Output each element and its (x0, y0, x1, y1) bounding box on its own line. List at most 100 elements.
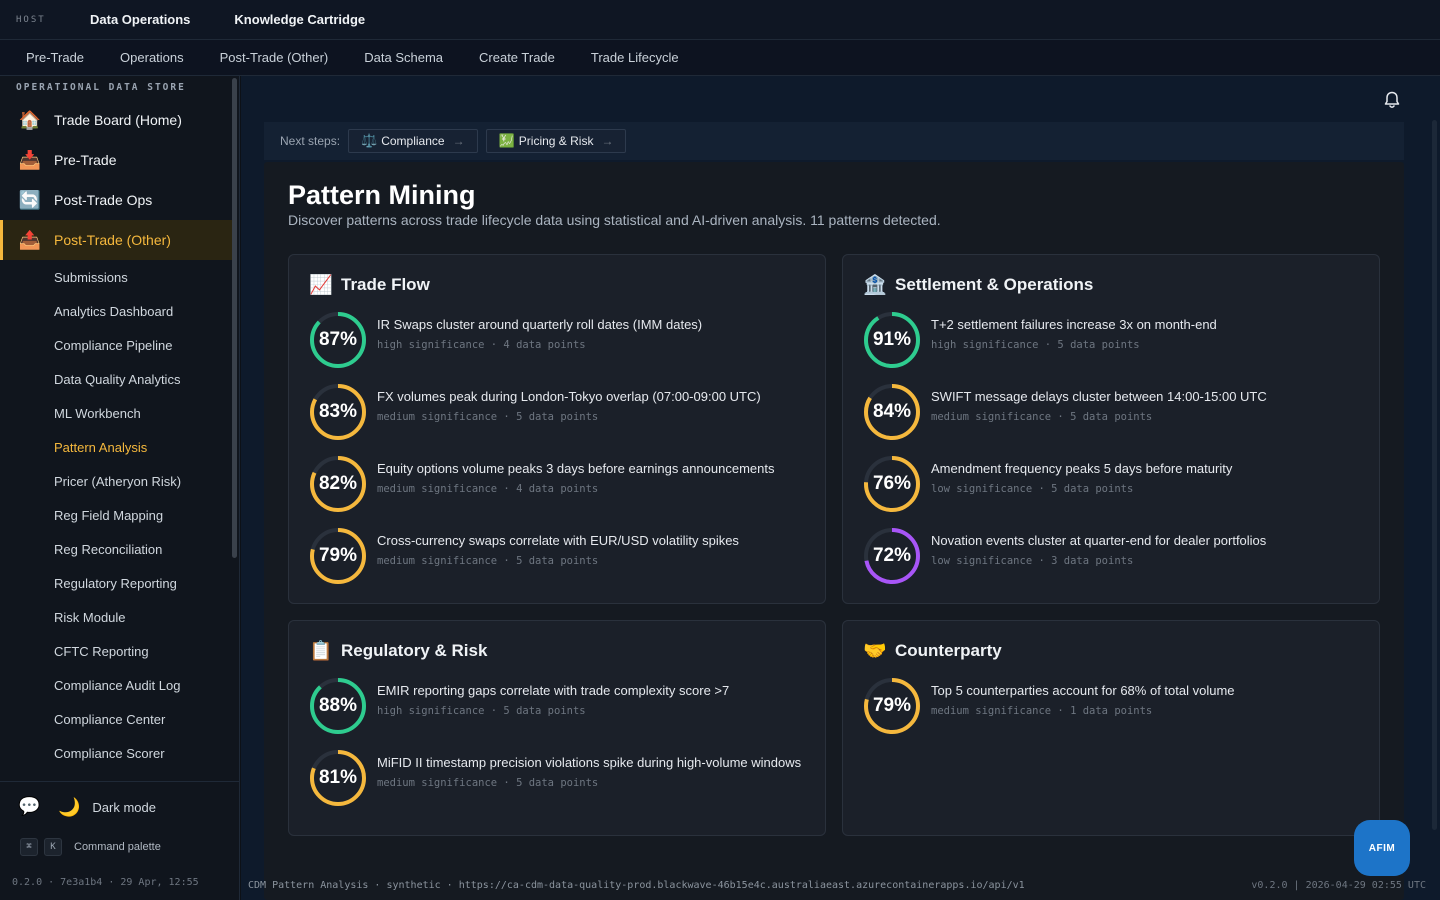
card-title-text: Counterparty (895, 641, 1002, 660)
nav-tab-create-trade[interactable]: Create Trade (479, 50, 555, 65)
pattern-item[interactable]: 76% Amendment frequency peaks 5 days befo… (863, 455, 1363, 513)
pattern-meta: medium significance · 5 data points (931, 411, 1153, 423)
confidence-ring: 87% (309, 311, 367, 369)
pattern-meta: high significance · 4 data points (377, 339, 586, 351)
bell-icon[interactable] (1382, 90, 1402, 110)
pattern-description: Cross-currency swaps correlate with EUR/… (377, 533, 739, 548)
top-link-knowledge-cartridge[interactable]: Knowledge Cartridge (234, 12, 365, 27)
sidebar-subitem-regulatory-reporting[interactable]: Regulatory Reporting (0, 566, 233, 600)
sidebar-item-trade-board-home[interactable]: 🏠 Trade Board (Home) (0, 100, 233, 140)
version-info: 0.2.0 · 7e3a1b4 · 29 Apr, 12:55 (12, 877, 199, 888)
sidebar-subitem-compliance-scorer[interactable]: Compliance Scorer (0, 736, 233, 770)
nav-tab-pre-trade[interactable]: Pre-Trade (26, 50, 84, 65)
card-title: 📈 Trade Flow (309, 273, 430, 297)
pattern-description: T+2 settlement failures increase 3x on m… (931, 317, 1217, 332)
chat-bubble-icon[interactable]: 💬 (18, 796, 42, 818)
confidence-value: 72% (872, 545, 912, 566)
card-settlement-operations: 🏦 Settlement & Operations 91% T+2 settlemen… (842, 254, 1380, 604)
command-key: ⌘ (20, 838, 38, 856)
confidence-value: 81% (318, 767, 358, 788)
pattern-item[interactable]: 82% Equity options volume peaks 3 days be… (309, 455, 809, 513)
dark-mode-toggle[interactable]: Dark mode (92, 800, 156, 815)
next-step-label: Compliance (381, 134, 445, 148)
pattern-description: MiFID II timestamp precision violations … (377, 755, 802, 770)
confidence-ring: 79% (309, 527, 367, 585)
pattern-meta: high significance · 5 data points (931, 339, 1140, 351)
sidebar-subitem-ml-workbench[interactable]: ML Workbench (0, 396, 233, 430)
sidebar-subitem-compliance-center[interactable]: Compliance Center (0, 702, 233, 736)
card-title-text: Settlement & Operations (895, 275, 1094, 294)
host-label: HOST (16, 14, 46, 25)
pattern-item[interactable]: 79% Cross-currency swaps correlate with E… (309, 527, 809, 585)
afim-assistant-button[interactable]: AFIM (1354, 820, 1410, 876)
confidence-ring: 72% (863, 527, 921, 585)
sidebar-item-label: Pre-Trade (54, 152, 117, 168)
sidebar-item-label: Trade Board (Home) (54, 112, 182, 128)
chart-up-icon: 📈 (309, 275, 333, 296)
confidence-ring: 82% (309, 455, 367, 513)
sidebar-item-label: Post-Trade Ops (54, 192, 153, 208)
card-title: 🤝 Counterparty (863, 639, 1002, 663)
pattern-mining-panel: Pattern Mining Discover patterns across … (264, 162, 1404, 900)
pattern-item[interactable]: 88% EMIR reporting gaps correlate with tr… (309, 677, 809, 735)
sidebar-subitem-reg-reconciliation[interactable]: Reg Reconciliation (0, 532, 233, 566)
pattern-meta: medium significance · 5 data points (377, 555, 599, 567)
pattern-item[interactable]: 79% Top 5 counterparties account for 68% … (863, 677, 1363, 735)
card-title-text: Trade Flow (341, 275, 430, 294)
sidebar-subitem-data-quality-analytics[interactable]: Data Quality Analytics (0, 362, 233, 396)
nav-tab-post-trade-other[interactable]: Post-Trade (Other) (220, 50, 329, 65)
main-content: Next steps: ⚖️ Compliance → 💹 Pricing & … (241, 76, 1440, 900)
pattern-item[interactable]: 83% FX volumes peak during London-Tokyo o… (309, 383, 809, 441)
sidebar-item-label: Post-Trade (Other) (54, 232, 171, 248)
sidebar-subitem-compliance-pipeline[interactable]: Compliance Pipeline (0, 328, 233, 362)
sidebar-subitem-pricer-atheryon-risk[interactable]: Pricer (Atheryon Risk) (0, 464, 233, 498)
sidebar-subitem-risk-module[interactable]: Risk Module (0, 600, 233, 634)
pattern-item[interactable]: 72% Novation events cluster at quarter-en… (863, 527, 1363, 585)
arrow-right-icon: → (601, 134, 614, 148)
pattern-item[interactable]: 91% T+2 settlement failures increase 3x o… (863, 311, 1363, 369)
confidence-ring: 81% (309, 749, 367, 807)
house-icon: 🏠 (18, 109, 42, 130)
clipboard-icon: 📋 (309, 641, 333, 662)
moon-icon[interactable]: 🌙 (58, 797, 80, 818)
sidebar-subitem-analytics-dashboard[interactable]: Analytics Dashboard (0, 294, 233, 328)
sidebar-subitem-compliance-audit-log[interactable]: Compliance Audit Log (0, 668, 233, 702)
confidence-value: 83% (318, 401, 358, 422)
sidebar-subitem-submissions[interactable]: Submissions (0, 260, 233, 294)
card-regulatory-risk: 📋 Regulatory & Risk 88% EMIR reporting gaps… (288, 620, 826, 836)
pattern-description: Novation events cluster at quarter-end f… (931, 533, 1267, 548)
next-steps-bar: Next steps: ⚖️ Compliance → 💹 Pricing & … (264, 122, 1404, 160)
pattern-item[interactable]: 87% IR Swaps cluster around quarterly rol… (309, 311, 809, 369)
card-trade-flow: 📈 Trade Flow 87% IR Swaps cluster around qu… (288, 254, 826, 604)
sidebar-subitem-cftc-reporting[interactable]: CFTC Reporting (0, 634, 233, 668)
sidebar-item-post-trade-ops[interactable]: 🔄 Post-Trade Ops (0, 180, 233, 220)
pattern-meta: low significance · 3 data points (931, 555, 1134, 567)
confidence-value: 87% (318, 329, 358, 350)
pattern-item[interactable]: 81% MiFID II timestamp precision violatio… (309, 749, 809, 807)
top-link-data-operations[interactable]: Data Operations (90, 12, 190, 27)
arrow-right-icon: → (452, 134, 465, 148)
pattern-description: Amendment frequency peaks 5 days before … (931, 461, 1233, 476)
sidebar-scrollbar[interactable] (232, 78, 237, 558)
handshake-icon: 🤝 (863, 641, 887, 662)
sidebar-item-post-trade-other[interactable]: 📤 Post-Trade (Other) (0, 220, 233, 260)
nav-tab-trade-lifecycle[interactable]: Trade Lifecycle (591, 50, 679, 65)
pattern-item[interactable]: 84% SWIFT message delays cluster between … (863, 383, 1363, 441)
nav-tab-data-schema[interactable]: Data Schema (364, 50, 443, 65)
confidence-ring: 76% (863, 455, 921, 513)
pattern-description: Top 5 counterparties account for 68% of … (931, 683, 1235, 698)
sidebar-item-pre-trade[interactable]: 📥 Pre-Trade (0, 140, 233, 180)
command-palette-shortcut[interactable]: ⌘ K Command palette (0, 832, 239, 862)
top-bar: HOST Data Operations Knowledge Cartridge (0, 0, 1440, 40)
sidebar-heading: OPERATIONAL DATA STORE (16, 82, 186, 93)
sidebar-subitem-reg-field-mapping[interactable]: Reg Field Mapping (0, 498, 233, 532)
inbox-tray-icon: 📥 (18, 149, 42, 170)
outbox-tray-icon: 📤 (18, 229, 42, 250)
sidebar-subitem-pattern-analysis[interactable]: Pattern Analysis (0, 430, 233, 464)
nav-tab-operations[interactable]: Operations (120, 50, 184, 65)
next-step-pricing-risk-button[interactable]: 💹 Pricing & Risk → (485, 129, 627, 153)
confidence-value: 79% (872, 695, 912, 716)
next-step-label: Pricing & Risk (518, 134, 594, 148)
next-step-compliance-button[interactable]: ⚖️ Compliance → (348, 129, 478, 153)
main-scrollbar[interactable] (1432, 120, 1437, 830)
